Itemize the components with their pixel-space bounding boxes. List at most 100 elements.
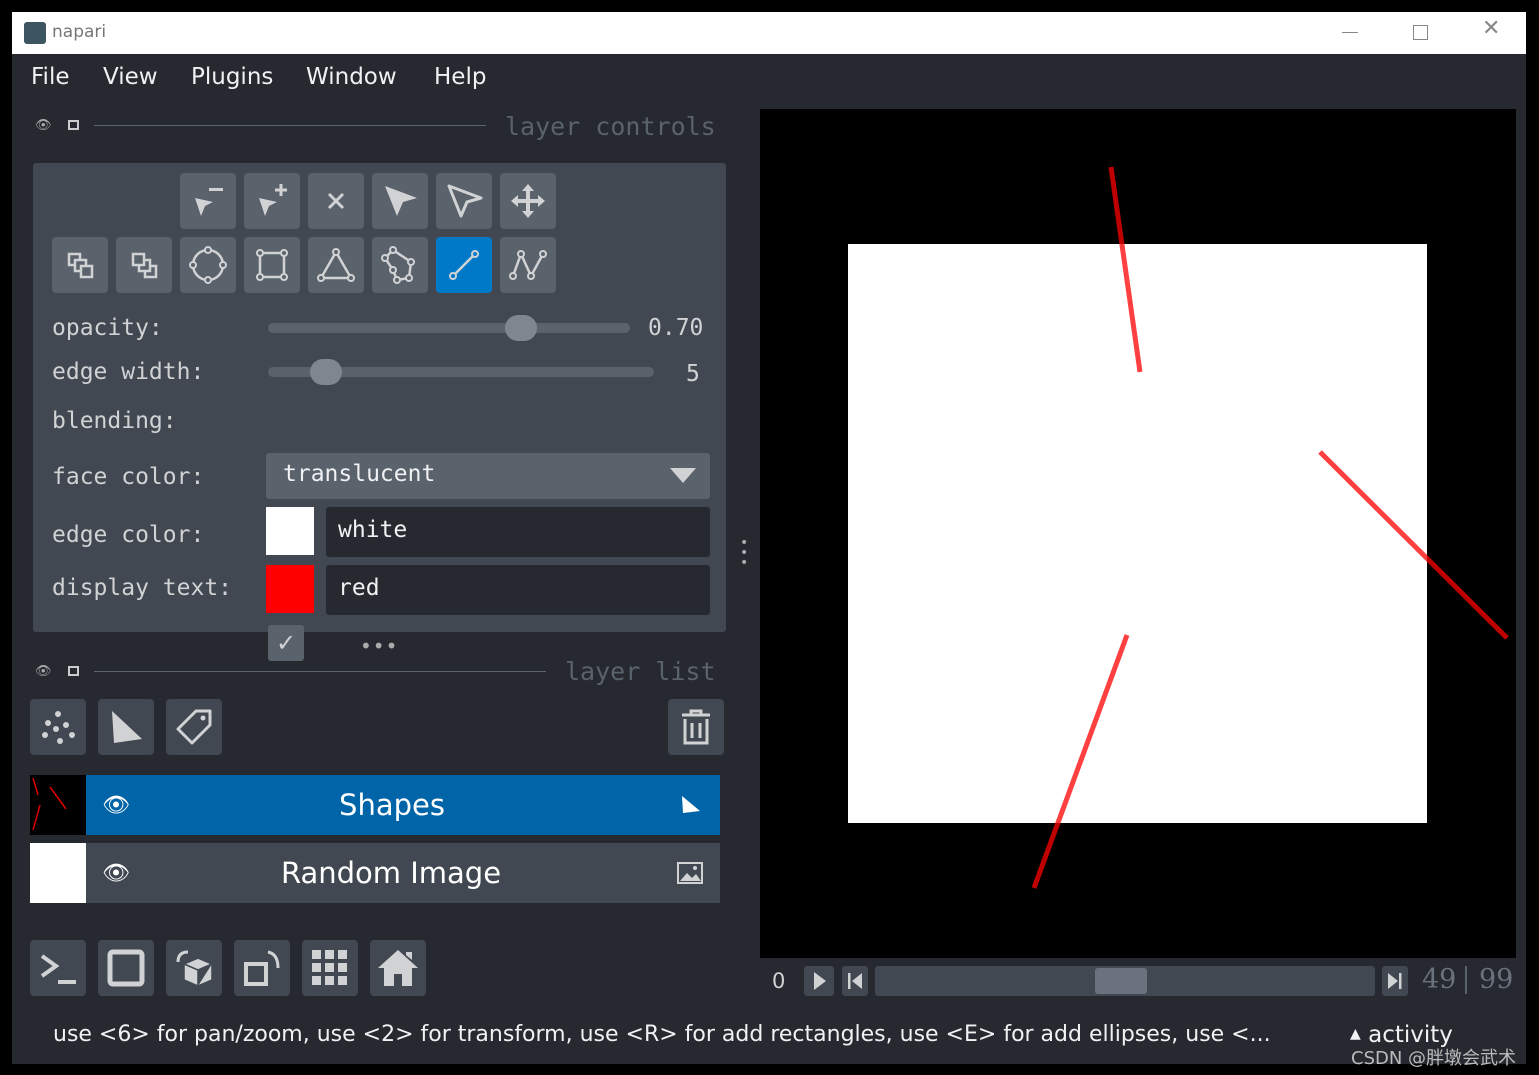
- status-text: use <6> for pan/zoom, use <2> for transf…: [53, 1022, 1271, 1047]
- new-points-layer-button[interactable]: [30, 699, 86, 755]
- add-rectangle-button[interactable]: [244, 237, 300, 293]
- new-shapes-layer-button[interactable]: [98, 699, 154, 755]
- line-icon: [449, 250, 479, 280]
- chevron-down-icon: [670, 468, 696, 483]
- add-path-button[interactable]: [500, 237, 556, 293]
- square-icon: [107, 949, 145, 987]
- face-color-input[interactable]: white: [326, 507, 710, 557]
- play-start-frame: 0: [772, 969, 786, 993]
- terminal-icon: [40, 954, 76, 984]
- move-back-button[interactable]: [52, 237, 108, 293]
- edge-color-swatch[interactable]: [266, 565, 314, 613]
- roll-dims-button[interactable]: [166, 940, 222, 996]
- ellipse-icon: [189, 246, 227, 284]
- skip-end-icon: [1388, 973, 1402, 989]
- layer-item-random-image[interactable]: 👁 Random Image: [30, 843, 720, 903]
- x-icon: [327, 192, 345, 210]
- reset-view-button[interactable]: [370, 940, 426, 996]
- shape-line[interactable]: [1318, 450, 1509, 640]
- add-polygon-button[interactable]: [372, 237, 428, 293]
- layer-name[interactable]: Random Image: [146, 856, 636, 890]
- move-front-icon: [131, 252, 158, 279]
- direct-select-button[interactable]: [436, 173, 492, 229]
- menu-view[interactable]: View: [103, 64, 158, 90]
- face-color-swatch[interactable]: [266, 507, 314, 555]
- layer-controls-panel: opacity: 0.70 edge width: 5 blending: tr…: [33, 163, 726, 661]
- menu-window[interactable]: Window: [306, 64, 397, 90]
- path-icon: [509, 250, 547, 280]
- select-minus-icon: [195, 188, 223, 216]
- watermark: CSDN @胖墩会武术: [1351, 1048, 1517, 1069]
- add-triangle-button[interactable]: [308, 237, 364, 293]
- visibility-eye-icon[interactable]: 👁: [86, 793, 146, 818]
- menu-file[interactable]: File: [31, 64, 70, 90]
- viewer-canvas[interactable]: [760, 109, 1516, 958]
- skip-start-icon: [848, 973, 862, 989]
- shapes-icon: [112, 711, 142, 743]
- play-icon: [814, 972, 826, 990]
- eye-toggle-icon[interactable]: 👁: [35, 664, 52, 679]
- float-dock-icon[interactable]: [68, 666, 79, 676]
- remove-selected-button[interactable]: [180, 173, 236, 229]
- last-frame-button[interactable]: [1382, 966, 1408, 996]
- edge-color-label: edge color:: [52, 522, 205, 548]
- dims-slider-handle[interactable]: [1094, 968, 1147, 994]
- edge-width-value: 5: [686, 361, 700, 387]
- float-dock-icon[interactable]: [68, 120, 79, 130]
- toggle-ndisplay-button[interactable]: [98, 940, 154, 996]
- grid-view-button[interactable]: [302, 940, 358, 996]
- image-type-icon: [677, 862, 703, 884]
- add-line-button[interactable]: [436, 237, 492, 293]
- tag-icon: [176, 709, 212, 745]
- menu-help[interactable]: Help: [434, 64, 486, 90]
- triangle-icon: [317, 248, 355, 282]
- cube-rotate-icon: [176, 950, 214, 988]
- points-icon: [42, 711, 75, 744]
- add-ellipse-button[interactable]: [180, 237, 236, 293]
- play-button[interactable]: [804, 966, 834, 996]
- vertical-splitter-handle[interactable]: • • •: [740, 536, 750, 570]
- napari-logo-icon: [24, 22, 46, 44]
- opacity-slider-handle[interactable]: [505, 315, 538, 341]
- dims-slider[interactable]: [875, 966, 1375, 996]
- layer-item-shapes[interactable]: 👁 Shapes: [30, 775, 720, 835]
- home-icon: [378, 950, 418, 986]
- arrow-outline-icon: [447, 184, 483, 218]
- console-button[interactable]: [30, 940, 86, 996]
- move-front-button[interactable]: [116, 237, 172, 293]
- pan-zoom-button[interactable]: [500, 173, 556, 229]
- blending-dropdown[interactable]: translucent: [266, 453, 710, 499]
- move-back-icon: [67, 252, 94, 279]
- display-text-checkbox[interactable]: ✓: [268, 625, 304, 661]
- max-frame: 99: [1479, 964, 1514, 995]
- shape-line[interactable]: [1108, 166, 1143, 373]
- layer-thumbnail: [30, 775, 86, 835]
- delete-layer-button[interactable]: [668, 699, 724, 755]
- maximize-button[interactable]: [1413, 25, 1428, 40]
- opacity-label: opacity:: [52, 315, 163, 341]
- divider: [94, 671, 546, 672]
- triangle-up-icon: ▲: [1350, 1026, 1361, 1042]
- close-button[interactable]: ✕: [1482, 16, 1500, 41]
- menu-plugins[interactable]: Plugins: [191, 64, 273, 90]
- opacity-slider[interactable]: [268, 323, 630, 333]
- shapes-type-icon: [682, 796, 700, 813]
- polygon-icon: [381, 246, 415, 284]
- current-frame[interactable]: 49: [1422, 964, 1456, 995]
- rectangle-icon: [256, 249, 288, 281]
- edge-color-input[interactable]: red: [326, 565, 710, 615]
- eye-toggle-icon[interactable]: 👁: [35, 118, 52, 133]
- window-title: napari: [52, 22, 107, 42]
- first-frame-button[interactable]: [842, 966, 868, 996]
- layer-name[interactable]: Shapes: [146, 788, 638, 822]
- splitter-handle[interactable]: •••: [360, 634, 398, 658]
- select-button[interactable]: [372, 173, 428, 229]
- new-labels-layer-button[interactable]: [166, 699, 222, 755]
- edge-width-slider-handle[interactable]: [309, 359, 342, 385]
- minimize-button[interactable]: [1342, 32, 1358, 33]
- remove-vertex-button[interactable]: [308, 173, 364, 229]
- transpose-dims-button[interactable]: [234, 940, 290, 996]
- shape-line[interactable]: [1031, 634, 1130, 889]
- add-vertex-button[interactable]: [244, 173, 300, 229]
- visibility-eye-icon[interactable]: 👁: [86, 861, 146, 886]
